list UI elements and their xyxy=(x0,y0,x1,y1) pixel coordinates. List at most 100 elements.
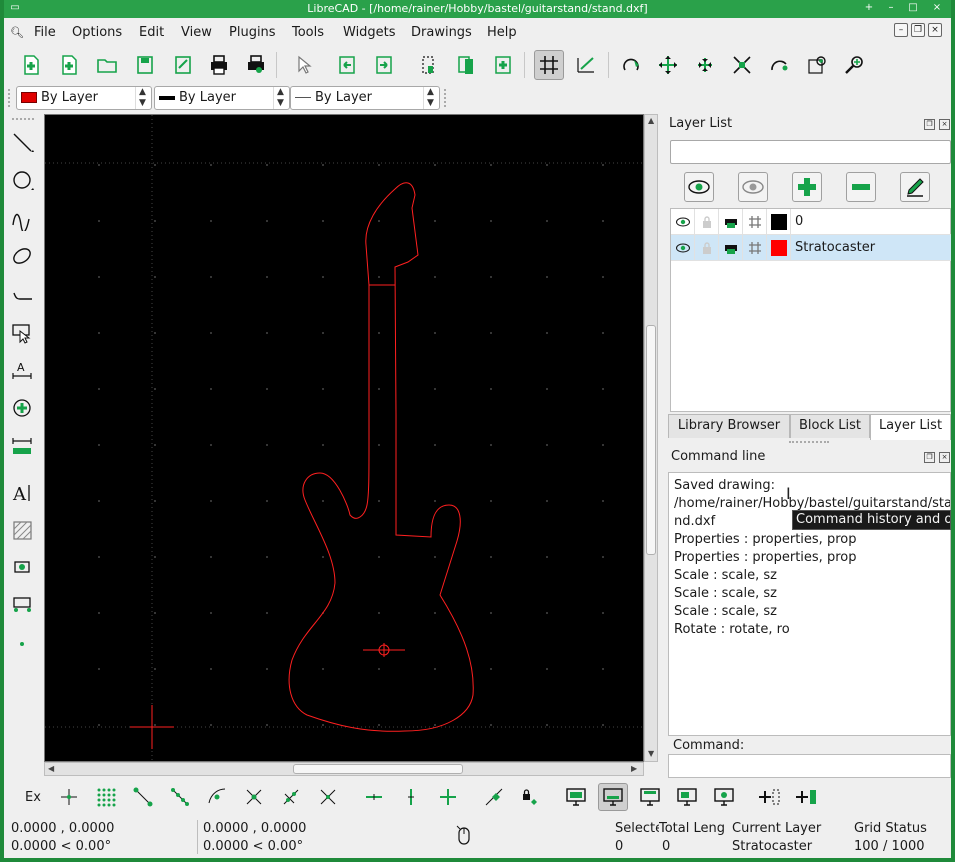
snap-grid-button[interactable] xyxy=(91,783,121,811)
dimension-tool-button[interactable]: A xyxy=(10,358,36,384)
dock-float-button[interactable]: ❐ xyxy=(924,452,935,463)
print-button[interactable] xyxy=(204,50,234,80)
line-width-combo[interactable]: By Layer ▲ ▼ xyxy=(154,86,290,110)
save-button[interactable] xyxy=(130,50,160,80)
open-file-button[interactable] xyxy=(92,50,122,80)
add-block-button[interactable] xyxy=(755,783,785,811)
image-tool-button[interactable] xyxy=(10,554,36,580)
vertical-scroll-thumb[interactable] xyxy=(646,325,656,555)
view-status-button[interactable] xyxy=(598,783,628,811)
tab-layer-list[interactable]: Layer List xyxy=(870,414,951,440)
modify-tool-button[interactable] xyxy=(10,396,36,422)
print-preview-button[interactable] xyxy=(241,50,271,80)
circle-tool-button[interactable] xyxy=(10,168,36,194)
view-draft-button[interactable] xyxy=(561,783,591,811)
hatch-tool-button[interactable] xyxy=(10,518,36,544)
layer-print-toggle[interactable] xyxy=(719,235,743,261)
layer-print-toggle[interactable] xyxy=(719,209,743,235)
zoom-window-button[interactable] xyxy=(802,50,832,80)
text-tool-button[interactable]: A xyxy=(10,480,36,506)
dock-float-button[interactable]: ❐ xyxy=(924,119,935,130)
scroll-right-icon[interactable]: ▶ xyxy=(631,764,637,773)
zoom-previous-button[interactable] xyxy=(764,50,794,80)
dock-resize-handle[interactable] xyxy=(789,441,829,444)
select-pointer-button[interactable] xyxy=(288,50,318,80)
restrict-horizontal-button[interactable] xyxy=(359,783,389,811)
grid-toggle-button[interactable] xyxy=(534,50,564,80)
line-tool-button[interactable] xyxy=(10,130,36,156)
vertical-scrollbar[interactable]: ▲ ▼ xyxy=(644,114,658,762)
edit-layer-button[interactable] xyxy=(900,172,930,202)
measure-tool-button[interactable] xyxy=(10,434,36,460)
remove-layer-button[interactable] xyxy=(846,172,876,202)
window-close-button[interactable]: × xyxy=(930,2,944,14)
layer-color-cell[interactable] xyxy=(767,235,791,261)
layer-lock-toggle[interactable] xyxy=(695,209,719,235)
menu-options[interactable]: Options xyxy=(72,24,122,42)
layer-visible-toggle[interactable] xyxy=(671,235,695,261)
select-window-button[interactable] xyxy=(413,50,443,80)
mdi-restore-button[interactable]: ❐ xyxy=(911,23,925,37)
layer-row[interactable]: Stratocaster xyxy=(671,235,951,261)
show-all-layers-button[interactable] xyxy=(684,172,714,202)
mdi-minimize-button[interactable]: – xyxy=(894,23,908,37)
relative-zero-button[interactable] xyxy=(479,783,509,811)
scroll-up-icon[interactable]: ▲ xyxy=(648,116,654,125)
paste-button[interactable] xyxy=(488,50,518,80)
new-template-button[interactable] xyxy=(54,50,84,80)
command-input[interactable] xyxy=(668,754,951,778)
app-icon[interactable]: ▭ xyxy=(8,2,22,14)
snap-on-entity-button[interactable] xyxy=(165,783,195,811)
dock-close-button[interactable]: × xyxy=(939,452,950,463)
menu-file[interactable]: File xyxy=(34,24,56,42)
new-file-button[interactable] xyxy=(16,50,46,80)
tab-block-list[interactable]: Block List xyxy=(790,414,870,438)
color-combo[interactable]: By Layer ▲ ▼ xyxy=(16,86,152,110)
snap-center-button[interactable] xyxy=(202,783,232,811)
lock-relative-zero-button[interactable] xyxy=(515,783,545,811)
spline-tool-button[interactable] xyxy=(10,206,36,232)
view-fullscreen-button[interactable] xyxy=(672,783,702,811)
point-tool-button[interactable] xyxy=(10,630,36,656)
polyline-tool-button[interactable] xyxy=(10,282,36,308)
toolbar-handle[interactable] xyxy=(8,89,12,107)
menu-widgets[interactable]: Widgets xyxy=(343,24,396,42)
dock-splitter[interactable] xyxy=(666,134,669,414)
view-toolbar-button[interactable] xyxy=(635,783,665,811)
zoom-pan-button[interactable] xyxy=(839,50,869,80)
dock-close-button[interactable]: × xyxy=(939,119,950,130)
zoom-in-button[interactable] xyxy=(653,50,683,80)
scroll-down-icon[interactable]: ▼ xyxy=(648,749,654,758)
menu-view[interactable]: View xyxy=(181,24,212,42)
drawing-canvas[interactable] xyxy=(44,114,644,762)
snap-endpoint-button[interactable] xyxy=(128,783,158,811)
window-maximize-button[interactable]: □ xyxy=(906,2,920,14)
layer-filter-input[interactable] xyxy=(670,140,951,164)
redo-button[interactable] xyxy=(369,50,399,80)
restrict-orthogonal-button[interactable] xyxy=(433,783,463,811)
menu-help[interactable]: Help xyxy=(487,24,517,42)
snap-intersection-button[interactable] xyxy=(313,783,343,811)
insert-block-button[interactable] xyxy=(792,783,822,811)
ellipse-tool-button[interactable] xyxy=(10,244,36,270)
snap-middle-button[interactable] xyxy=(239,783,269,811)
menu-tools[interactable]: Tools xyxy=(292,24,324,42)
select-tool-button[interactable] xyxy=(10,320,36,346)
menu-edit[interactable]: Edit xyxy=(139,24,164,42)
layer-visible-toggle[interactable] xyxy=(671,209,695,235)
snap-free-button[interactable] xyxy=(54,783,84,811)
redraw-button[interactable] xyxy=(616,50,646,80)
toolbar-handle[interactable] xyxy=(444,89,448,107)
snap-distance-button[interactable] xyxy=(276,783,306,811)
draft-mode-button[interactable] xyxy=(571,50,601,80)
menu-plugins[interactable]: Plugins xyxy=(229,24,276,42)
menu-drawings[interactable]: Drawings xyxy=(411,24,472,42)
menu-search-icon[interactable]: 🔍︎ xyxy=(10,24,24,42)
window-minimize-button[interactable]: – xyxy=(884,2,898,14)
horizontal-scrollbar[interactable]: ◀ ▶ xyxy=(44,762,644,776)
layer-construction-toggle[interactable] xyxy=(743,235,767,261)
line-type-combo[interactable]: By Layer ▲ ▼ xyxy=(290,86,440,110)
restrict-vertical-button[interactable] xyxy=(396,783,426,811)
add-layer-button[interactable] xyxy=(792,172,822,202)
copy-button[interactable] xyxy=(451,50,481,80)
